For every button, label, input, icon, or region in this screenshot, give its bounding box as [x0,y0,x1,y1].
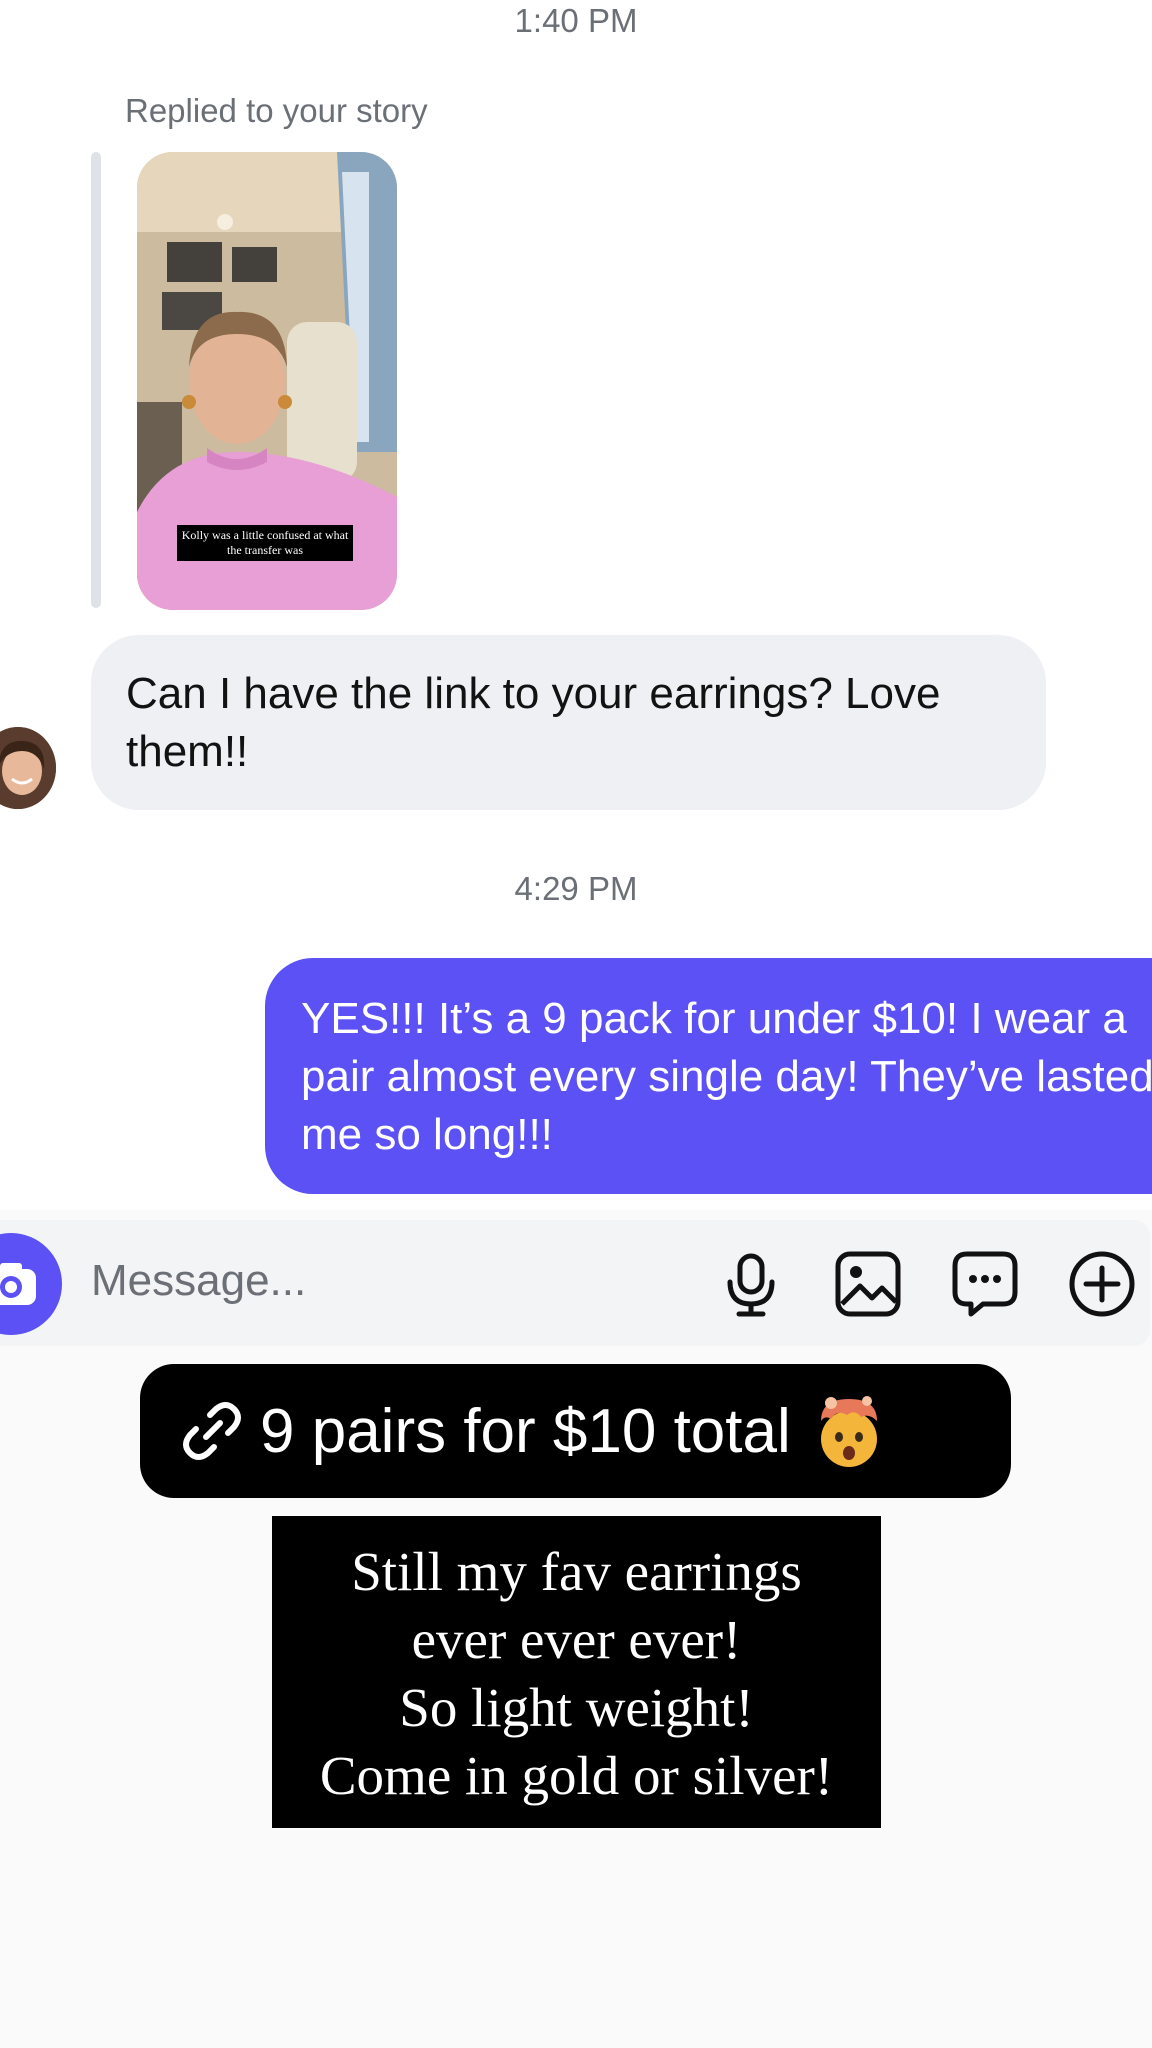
story-thumbnail[interactable]: Kolly was a little confused at what the … [137,152,397,610]
link-icon [183,1402,241,1460]
timestamp-second: 4:29 PM [514,870,638,907]
replied-to-story-label: Replied to your story [125,92,428,129]
text-sticker-line: ever ever ever! [411,1609,742,1670]
mind-blown-emoji [820,1396,877,1467]
link-sticker[interactable]: 9 pairs for $10 total [140,1364,1011,1498]
plus-circle-icon[interactable] [1066,1248,1138,1320]
story-caption: Kolly was a little confused at what the … [177,525,353,561]
reply-quote-bar [91,152,101,608]
outgoing-message-bubble[interactable]: YES!!! It’s a 9 pack for under $10! I we… [265,958,1152,1194]
message-input[interactable] [91,1248,591,1314]
timestamp-first: 1:40 PM [514,2,638,39]
text-sticker-line: So light weight! [399,1677,754,1738]
text-sticker[interactable]: Still my fav earrings ever ever ever! So… [272,1516,881,1828]
link-sticker-text: 9 pairs for $10 total [260,1396,791,1466]
image-icon[interactable] [832,1248,904,1320]
incoming-message-bubble[interactable]: Can I have the link to your earrings? Lo… [91,635,1046,810]
sticker-chat-icon[interactable] [949,1248,1021,1320]
text-sticker-line: Still my fav earrings [351,1541,802,1602]
microphone-icon[interactable] [715,1248,787,1320]
camera-icon [0,1263,36,1305]
text-sticker-line: Come in gold or silver! [319,1745,834,1806]
